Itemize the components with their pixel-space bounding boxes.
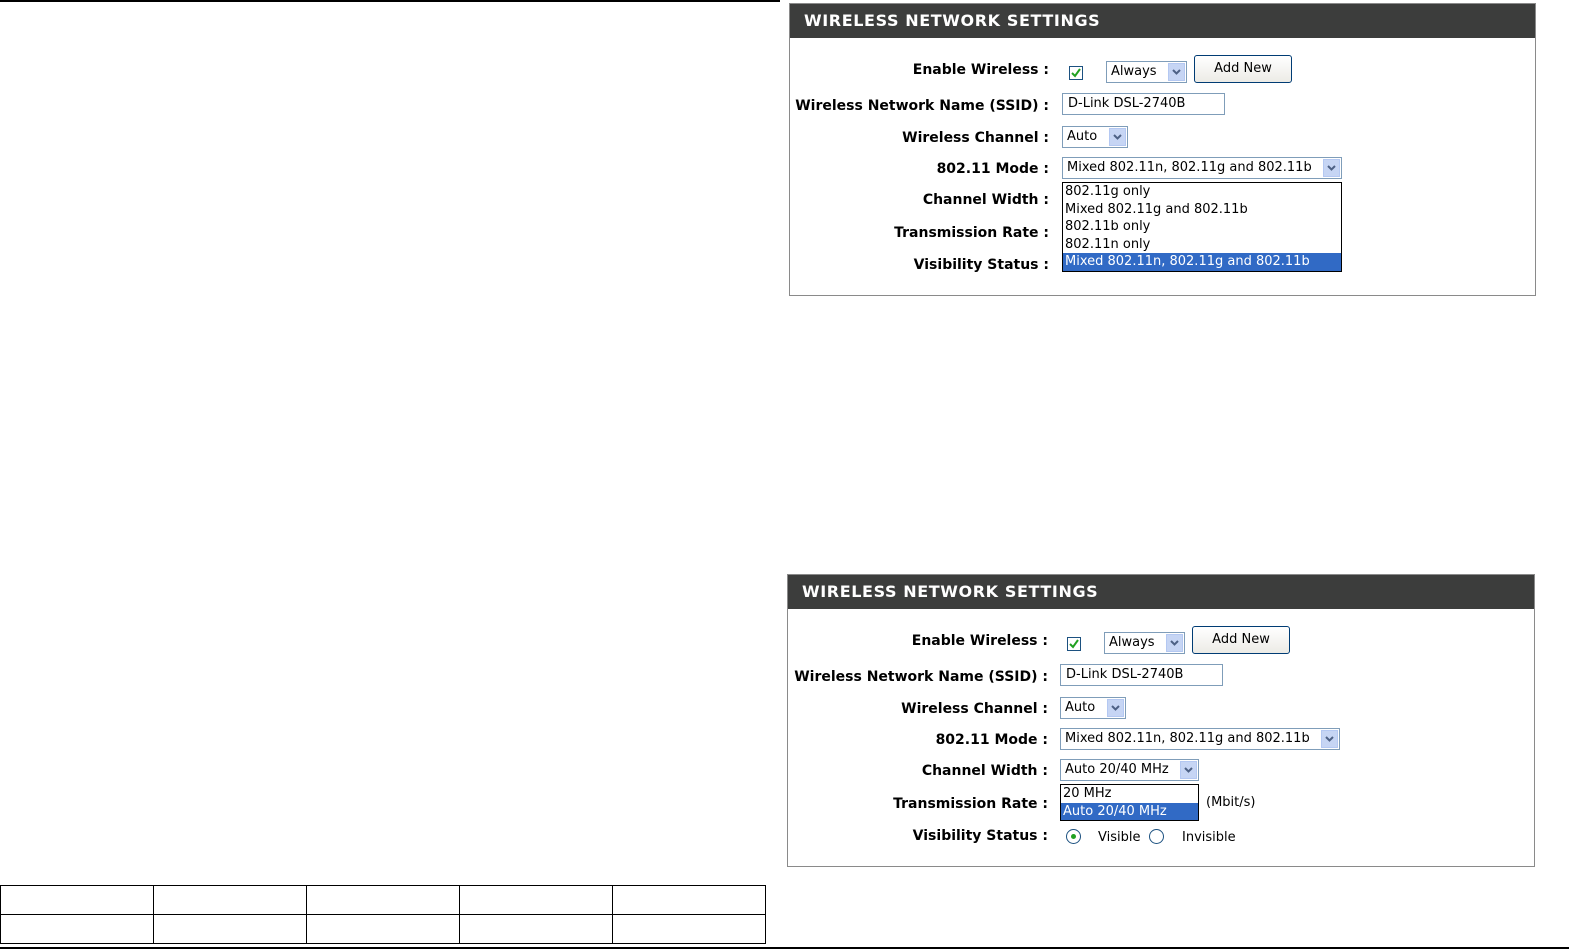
table-cell bbox=[459, 914, 613, 944]
add-new-button[interactable]: Add New bbox=[1192, 626, 1290, 654]
table-cell bbox=[0, 885, 154, 915]
wireless-channel-value: Auto bbox=[1067, 129, 1098, 144]
visibility-status-label: Visibility Status : bbox=[913, 257, 1049, 273]
mode-select[interactable]: Mixed 802.11n, 802.11g and 802.11b bbox=[1062, 157, 1342, 179]
table-cell bbox=[0, 914, 154, 944]
enable-wireless-checkbox[interactable] bbox=[1067, 637, 1081, 651]
enable-wireless-label: Enable Wireless : bbox=[911, 633, 1048, 649]
mode-option[interactable]: 802.11b only bbox=[1063, 218, 1341, 236]
enable-wireless-label: Enable Wireless : bbox=[912, 62, 1049, 78]
mode-select-value: Mixed 802.11n, 802.11g and 802.11b bbox=[1067, 160, 1312, 175]
chevron-down-icon bbox=[1168, 63, 1185, 81]
mode-option-selected[interactable]: Mixed 802.11n, 802.11g and 802.11b bbox=[1063, 253, 1341, 271]
chevron-down-icon bbox=[1323, 159, 1340, 177]
ssid-label: Wireless Network Name (SSID) : bbox=[795, 98, 1049, 114]
ssid-label: Wireless Network Name (SSID) : bbox=[794, 669, 1048, 685]
table-cell bbox=[612, 914, 766, 944]
visible-radio-label: Visible bbox=[1098, 830, 1141, 845]
table-cell bbox=[153, 914, 307, 944]
wireless-channel-select[interactable]: Auto bbox=[1060, 697, 1126, 719]
invisible-radio-label: Invisible bbox=[1182, 830, 1236, 845]
table-cell bbox=[459, 885, 613, 915]
table-cell bbox=[306, 914, 460, 944]
mode-select[interactable]: Mixed 802.11n, 802.11g and 802.11b bbox=[1060, 728, 1340, 750]
mode-label: 802.11 Mode : bbox=[935, 732, 1048, 748]
channel-width-label: Channel Width : bbox=[922, 192, 1049, 208]
wireless-channel-label: Wireless Channel : bbox=[902, 130, 1049, 146]
table-cell bbox=[612, 885, 766, 915]
panel-title: WIRELESS NETWORK SETTINGS bbox=[788, 575, 1534, 609]
channel-width-select[interactable]: Auto 20/40 MHz bbox=[1060, 759, 1199, 781]
schedule-select-value: Always bbox=[1111, 64, 1157, 79]
chevron-down-icon bbox=[1107, 699, 1124, 717]
channel-width-value: Auto 20/40 MHz bbox=[1065, 762, 1169, 777]
empty-table bbox=[0, 885, 766, 944]
chevron-down-icon bbox=[1166, 634, 1183, 652]
radio-dot-icon bbox=[1071, 834, 1076, 839]
table-row bbox=[0, 885, 766, 915]
transmission-rate-label: Transmission Rate : bbox=[893, 796, 1048, 812]
transmission-rate-label: Transmission Rate : bbox=[894, 225, 1049, 241]
wireless-settings-panel-2: WIRELESS NETWORK SETTINGS Enable Wireles… bbox=[787, 574, 1535, 867]
invisible-radio[interactable] bbox=[1149, 829, 1164, 844]
chevron-down-icon bbox=[1321, 730, 1338, 748]
ssid-input[interactable]: D-Link DSL-2740B bbox=[1062, 93, 1225, 115]
wireless-settings-panel-1: WIRELESS NETWORK SETTINGS Enable Wireles… bbox=[789, 3, 1536, 296]
channel-width-option[interactable]: 20 MHz bbox=[1061, 785, 1198, 803]
wireless-channel-select[interactable]: Auto bbox=[1062, 126, 1128, 148]
schedule-select[interactable]: Always bbox=[1104, 632, 1185, 654]
mode-dropdown-list[interactable]: 802.11g only Mixed 802.11g and 802.11b 8… bbox=[1062, 182, 1342, 272]
channel-width-dropdown-list[interactable]: 20 MHz Auto 20/40 MHz bbox=[1060, 784, 1199, 821]
mode-label: 802.11 Mode : bbox=[936, 161, 1049, 177]
bottom-rule bbox=[0, 947, 1569, 949]
mode-option[interactable]: 802.11g only bbox=[1063, 183, 1341, 201]
chevron-down-icon bbox=[1180, 761, 1197, 779]
table-cell bbox=[153, 885, 307, 915]
wireless-channel-value: Auto bbox=[1065, 700, 1096, 715]
panel-title: WIRELESS NETWORK SETTINGS bbox=[790, 4, 1535, 38]
mode-option[interactable]: Mixed 802.11g and 802.11b bbox=[1063, 201, 1341, 219]
visible-radio[interactable] bbox=[1066, 829, 1081, 844]
ssid-input[interactable]: D-Link DSL-2740B bbox=[1060, 664, 1223, 686]
check-icon bbox=[1071, 68, 1081, 78]
chevron-down-icon bbox=[1109, 128, 1126, 146]
check-icon bbox=[1069, 639, 1079, 649]
enable-wireless-checkbox[interactable] bbox=[1069, 66, 1083, 80]
table-cell bbox=[306, 885, 460, 915]
add-new-button[interactable]: Add New bbox=[1194, 55, 1292, 83]
schedule-select[interactable]: Always bbox=[1106, 61, 1187, 83]
table-row bbox=[0, 914, 766, 944]
mode-select-value: Mixed 802.11n, 802.11g and 802.11b bbox=[1065, 731, 1310, 746]
visibility-status-label: Visibility Status : bbox=[912, 828, 1048, 844]
channel-width-option-selected[interactable]: Auto 20/40 MHz bbox=[1061, 802, 1198, 820]
channel-width-label: Channel Width : bbox=[921, 763, 1048, 779]
top-rule bbox=[0, 0, 780, 2]
mode-option[interactable]: 802.11n only bbox=[1063, 236, 1341, 254]
wireless-channel-label: Wireless Channel : bbox=[901, 701, 1048, 717]
transmission-rate-unit: (Mbit/s) bbox=[1206, 795, 1256, 810]
schedule-select-value: Always bbox=[1109, 635, 1155, 650]
